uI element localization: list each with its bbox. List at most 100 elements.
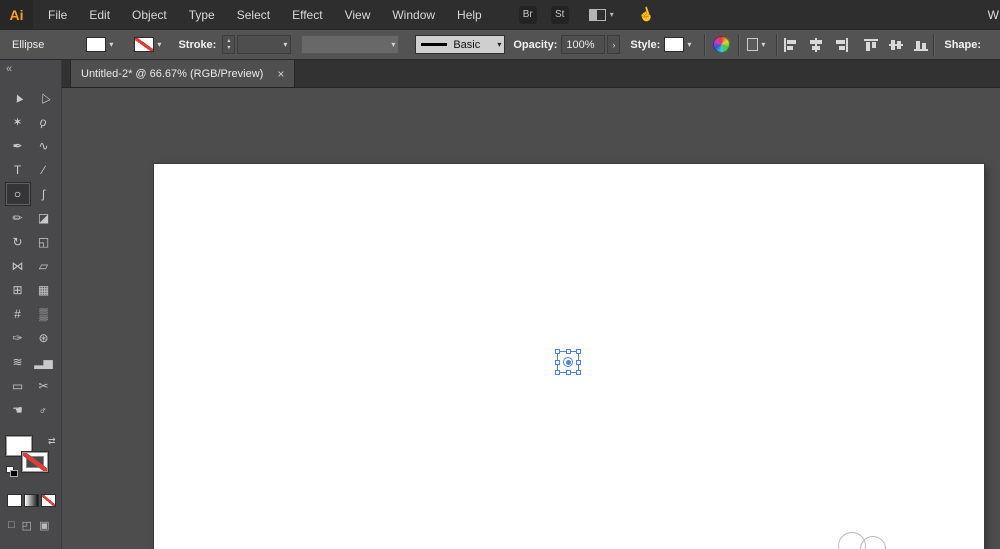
draw-inside-mode-icon[interactable]: ▣ (39, 519, 49, 532)
recolor-artwork-icon[interactable] (713, 36, 731, 53)
width-tool[interactable]: ⋈ (5, 254, 31, 278)
menu-effect[interactable]: Effect (281, 0, 333, 29)
selection-handle-bottom-left[interactable] (555, 370, 560, 375)
document-tab[interactable]: Untitled-2* @ 66.67% (RGB/Preview) × (70, 60, 296, 87)
menu-edit[interactable]: Edit (78, 0, 121, 29)
stroke-style-select[interactable]: Basic ▾ (415, 35, 506, 54)
draw-normal-mode-icon[interactable]: □ (8, 519, 15, 532)
selection-handle-top[interactable] (566, 349, 571, 354)
opacity-flyout-button[interactable]: › (607, 35, 621, 54)
workspace-switcher-partial[interactable]: W (988, 0, 999, 29)
stroke-weight-select[interactable]: ▾ (237, 35, 292, 54)
magic-wand-tool[interactable]: ✶ (5, 110, 31, 134)
column-graph-tool[interactable]: ▂▅ (31, 350, 57, 374)
bridge-button[interactable]: Br (518, 5, 537, 24)
gradient-tool[interactable]: ▒ (31, 302, 57, 326)
selection-handle-top-left[interactable] (555, 349, 560, 354)
stroke-color-control[interactable]: ▾ (134, 37, 164, 52)
vertical-align-center-icon[interactable] (888, 38, 904, 52)
curvature-tool[interactable]: ∿ (31, 134, 57, 158)
vertical-align-bottom-icon[interactable] (913, 38, 929, 52)
workspace-layout-icon[interactable] (588, 8, 606, 21)
draw-behind-mode-icon[interactable]: ◰ (22, 519, 32, 532)
swap-fill-stroke-icon[interactable]: ⇄ (48, 436, 56, 447)
fill-none-button[interactable] (41, 494, 56, 507)
separator (704, 33, 706, 56)
artboard-tool[interactable]: ▭ (5, 374, 31, 398)
stepper-down-icon[interactable]: ▾ (227, 45, 230, 52)
menu-type[interactable]: Type (178, 0, 226, 29)
chevron-down-icon[interactable]: ▾ (494, 40, 504, 49)
selection-handle-bottom-right[interactable] (576, 370, 581, 375)
horizontal-align-left-icon[interactable] (783, 37, 799, 52)
artboard[interactable] (154, 164, 984, 549)
chevron-down-icon[interactable]: ▾ (154, 40, 164, 49)
collapse-panel-button[interactable]: « (0, 60, 61, 84)
selection-center-point[interactable] (566, 360, 571, 365)
selection-handle-left[interactable] (555, 360, 560, 365)
chevron-down-icon[interactable]: ▾ (610, 10, 614, 19)
line-segment-tool[interactable]: ∕ (31, 158, 57, 182)
horizontal-align-center-icon[interactable] (808, 37, 824, 52)
eyedropper-tool-icon: ✑ (12, 331, 23, 345)
pen-tool[interactable]: ✒ (5, 134, 31, 158)
perspective-grid-tool[interactable]: ▦ (31, 278, 57, 302)
zoom-tool[interactable]: ♁ (31, 398, 57, 422)
horizontal-align-right-icon[interactable] (833, 37, 849, 52)
chevron-down-icon[interactable]: ▾ (280, 40, 290, 49)
type-tool[interactable]: T (5, 158, 31, 182)
brush-definition-select[interactable]: ▾ (301, 35, 400, 54)
document-options-control[interactable]: ▾ (747, 38, 768, 51)
document-icon[interactable] (747, 38, 759, 51)
blend-tool[interactable]: ⊛ (31, 326, 57, 350)
chevron-down-icon[interactable]: ▾ (388, 40, 398, 49)
menu-object[interactable]: Object (121, 0, 178, 29)
free-transform-tool[interactable]: ▱ (31, 254, 57, 278)
graphic-style-control[interactable]: ▾ (664, 37, 694, 52)
selection-bounding-box[interactable] (555, 349, 581, 375)
canvas[interactable] (62, 88, 1000, 549)
mesh-tool[interactable]: # (5, 302, 31, 326)
default-fill-stroke-icon[interactable] (6, 466, 19, 477)
fill-color-button[interactable] (7, 494, 22, 507)
menu-view[interactable]: View (334, 0, 382, 29)
stroke-weight-stepper[interactable]: ▴ ▾ (222, 35, 236, 54)
tab-close-icon[interactable]: × (277, 67, 284, 81)
slice-tool[interactable]: ✂ (31, 374, 57, 398)
fill-gradient-button[interactable] (24, 494, 39, 507)
touch-workspace-icon[interactable]: ☝ (636, 4, 656, 24)
chevron-down-icon[interactable]: ▾ (684, 40, 694, 49)
opacity-input[interactable] (562, 36, 603, 53)
selection-tool[interactable]: ► (5, 86, 31, 110)
fill-color-swatch[interactable] (86, 37, 107, 52)
selection-handle-bottom[interactable] (566, 370, 571, 375)
stroke-color-swatch[interactable] (134, 37, 155, 52)
scale-tool[interactable]: ◱ (31, 230, 57, 254)
selection-handle-top-right[interactable] (576, 349, 581, 354)
chevron-down-icon[interactable]: ▾ (106, 40, 116, 49)
lasso-tool[interactable]: ϙ (31, 110, 57, 134)
chevron-down-icon[interactable]: ▾ (758, 40, 768, 49)
graphic-style-swatch[interactable] (664, 37, 685, 52)
menu-window[interactable]: Window (381, 0, 446, 29)
symbol-sprayer-tool[interactable]: ≋ (5, 350, 31, 374)
opacity-field[interactable] (561, 35, 606, 54)
shape-builder-tool[interactable]: ⊞ (5, 278, 31, 302)
hand-tool[interactable]: ☚ (5, 398, 31, 422)
stepper-up-icon[interactable]: ▴ (227, 38, 230, 45)
menu-help[interactable]: Help (446, 0, 493, 29)
fill-color-control[interactable]: ▾ (86, 37, 116, 52)
shaper-tool[interactable]: ✏ (5, 206, 31, 230)
eraser-tool[interactable]: ◪ (31, 206, 57, 230)
ellipse-tool[interactable]: ○ (4, 182, 31, 206)
rotate-tool[interactable]: ↻ (5, 230, 31, 254)
stock-button[interactable]: St (550, 5, 569, 24)
menu-select[interactable]: Select (226, 0, 281, 29)
stroke-well[interactable] (22, 452, 48, 472)
eyedropper-tool[interactable]: ✑ (5, 326, 31, 350)
vertical-align-top-icon[interactable] (863, 38, 879, 52)
paintbrush-tool[interactable]: ʃ (31, 182, 57, 206)
direct-selection-tool[interactable]: ▷ (31, 86, 57, 110)
menu-file[interactable]: File (37, 0, 78, 29)
selection-handle-right[interactable] (576, 360, 581, 365)
